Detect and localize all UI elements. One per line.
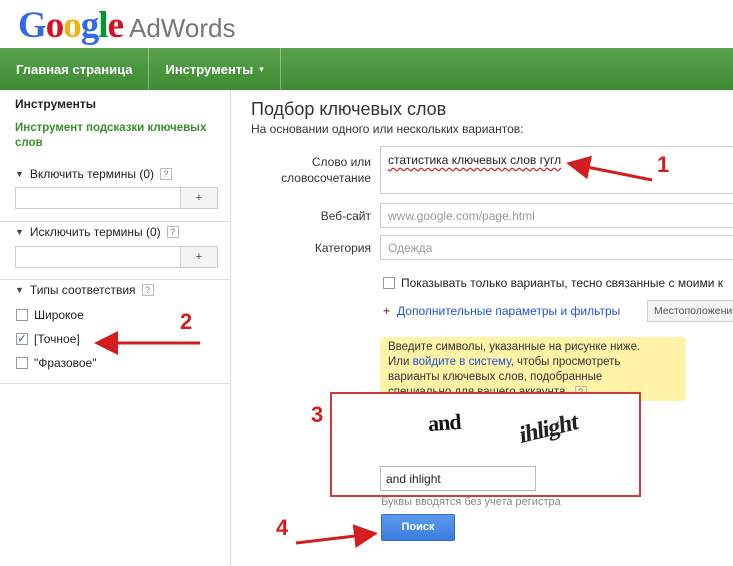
match-broad-row[interactable]: Широкое	[16, 308, 84, 322]
match-broad-label: Широкое	[34, 308, 84, 322]
keyword-tool-link[interactable]: Инструмент подсказки ключевых слов	[15, 121, 220, 151]
nav-home[interactable]: Главная страница	[0, 48, 150, 90]
exclude-terms-input: +	[15, 246, 218, 268]
exclude-terms-header[interactable]: ▼ Исключить термины (0) ?	[15, 225, 179, 239]
captcha-note: Буквы вводятся без учета регистра	[381, 496, 561, 508]
close-variants-row[interactable]: Показывать только варианты, тесно связан…	[383, 276, 723, 290]
match-phrase-row[interactable]: "Фразовое"	[16, 356, 96, 370]
include-terms-add-button[interactable]: +	[181, 188, 217, 208]
match-broad-checkbox[interactable]	[16, 309, 28, 321]
notice-line1: Введите символы, указанные на рисунке ни…	[388, 341, 641, 353]
triangle-down-icon: ▼	[15, 285, 24, 295]
annotation-number-1: 1	[657, 152, 670, 177]
help-icon[interactable]: ?	[160, 168, 172, 180]
expand-plus-icon: +	[383, 304, 391, 318]
website-input[interactable]: www.google.com/page.html	[380, 203, 733, 228]
keyword-label: Слово или словосочетание	[258, 154, 371, 186]
exclude-terms-label: Исключить термины (0)	[29, 225, 161, 239]
include-terms-header[interactable]: ▼ Включить термины (0) ?	[15, 167, 172, 181]
notice-line2: Или войдите в систему, чтобы просмотреть	[388, 355, 678, 370]
match-types-label: Типы соответствия	[29, 283, 136, 297]
notice-line2-post: , чтобы просмотреть	[510, 356, 621, 368]
triangle-down-icon: ▼	[15, 169, 24, 179]
triangle-down-icon: ▼	[15, 227, 24, 237]
location-button[interactable]: Местоположени	[647, 300, 733, 322]
divider	[0, 383, 231, 384]
keyword-value: статистика ключевых слов гугл	[388, 153, 562, 167]
nav-tools[interactable]: Инструменты ▾	[149, 48, 281, 90]
annotation-number-2: 2	[180, 309, 193, 334]
annotation-number-4: 4	[276, 515, 289, 540]
include-terms-label: Включить термины (0)	[29, 167, 154, 181]
top-nav-bar: Главная страница Инструменты ▾	[0, 48, 733, 90]
page-title: Подбор ключевых слов	[251, 99, 447, 119]
match-exact-label: [Точное]	[34, 332, 80, 346]
page-subtitle: На основании одного или нескольких вариа…	[251, 122, 524, 136]
match-exact-checkbox[interactable]: ✓	[16, 333, 28, 345]
keyword-label-line1: Слово или	[311, 155, 371, 169]
search-button[interactable]: Поиск	[381, 514, 455, 541]
google-adwords-logo: Google AdWords	[18, 4, 236, 46]
captcha-image-word1: and	[427, 408, 462, 437]
annotation-number-3: 3	[311, 402, 324, 427]
sidebar: Инструменты Инструмент подсказки ключевы…	[0, 90, 231, 566]
keyword-textarea[interactable]: статистика ключевых слов гугл	[380, 146, 733, 194]
help-icon[interactable]: ?	[166, 226, 179, 238]
divider	[0, 221, 231, 222]
sidebar-title: Инструменты	[15, 97, 97, 111]
help-icon[interactable]: ?	[141, 284, 154, 296]
annotation-arrow-4	[295, 524, 378, 549]
exclude-terms-add-button[interactable]: +	[181, 247, 217, 267]
category-label: Категория	[314, 241, 371, 255]
include-terms-input: +	[15, 187, 218, 209]
notice-line3: варианты ключевых слов, подобранные	[388, 371, 603, 383]
include-terms-field[interactable]	[16, 188, 181, 208]
advanced-options-link[interactable]: Дополнительные параметры и фильтры	[397, 304, 620, 318]
chevron-down-icon: ▾	[259, 63, 264, 74]
notice-line2-pre: Или	[388, 356, 413, 368]
category-input[interactable]: Одежда	[380, 235, 733, 260]
captcha-input[interactable]: and ihlight	[380, 466, 536, 491]
adwords-wordmark: AdWords	[129, 13, 236, 43]
nav-home-label: Главная страница	[16, 61, 133, 77]
divider	[0, 279, 231, 280]
google-wordmark: Google	[18, 5, 124, 46]
match-phrase-checkbox[interactable]	[16, 357, 28, 369]
match-phrase-label: "Фразовое"	[34, 356, 97, 370]
sign-in-link[interactable]: войдите в систему	[413, 356, 511, 368]
close-variants-label: Показывать только варианты, тесно связан…	[401, 276, 723, 290]
website-label: Веб-сайт	[320, 209, 371, 223]
match-types-header[interactable]: ▼ Типы соответствия ?	[15, 283, 154, 297]
nav-tools-label: Инструменты	[165, 61, 254, 77]
keyword-label-line2: словосочетание	[281, 171, 371, 185]
exclude-terms-field[interactable]	[16, 247, 181, 267]
advanced-options-row[interactable]: + Дополнительные параметры и фильтры	[383, 304, 620, 318]
close-variants-checkbox[interactable]	[383, 277, 395, 289]
match-exact-row[interactable]: ✓ [Точное]	[16, 332, 80, 346]
